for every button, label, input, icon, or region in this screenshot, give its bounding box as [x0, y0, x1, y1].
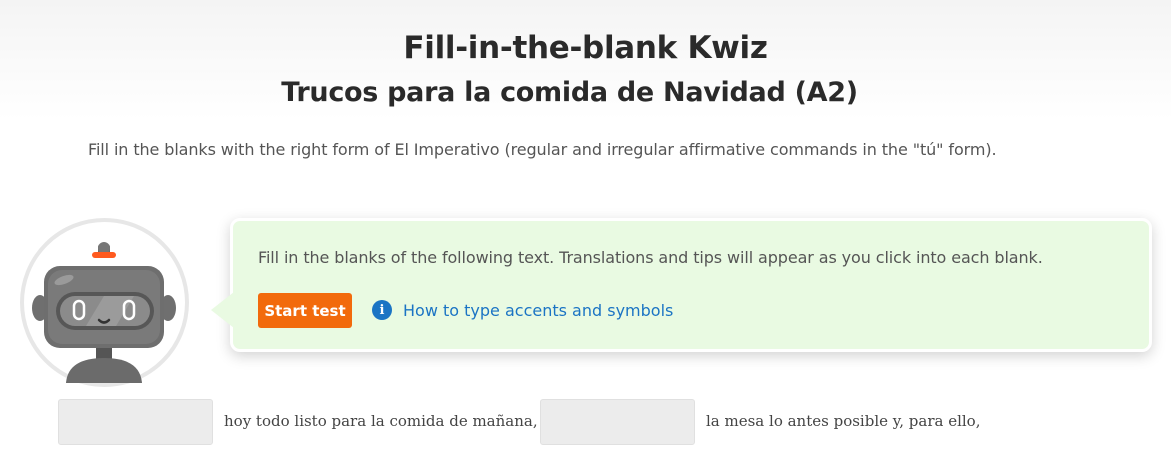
callout-text: Fill in the blanks of the following text… — [258, 248, 1043, 267]
exercise-text-segment: hoy todo listo para la comida de mañana, — [224, 412, 538, 430]
accents-help-link[interactable]: i How to type accents and symbols — [372, 300, 673, 320]
blank-input-1[interactable] — [58, 399, 213, 445]
page-subtitle: Trucos para la comida de Navidad (A2) — [281, 77, 858, 108]
blank-input-2[interactable] — [540, 399, 695, 445]
robot-icon — [32, 242, 176, 383]
instructions-text: Fill in the blanks with the right form o… — [88, 140, 997, 159]
accents-help-label: How to type accents and symbols — [403, 300, 674, 320]
start-test-button[interactable]: Start test — [258, 293, 352, 328]
exercise-text-segment: la mesa lo antes posible y, para ello, — [706, 412, 981, 430]
info-icon: i — [372, 300, 392, 320]
instructions-callout: Fill in the blanks of the following text… — [230, 218, 1152, 352]
robot-avatar — [20, 218, 189, 387]
callout-pointer-fill — [211, 292, 234, 328]
page-title: Fill-in-the-blank Kwiz — [403, 30, 768, 66]
